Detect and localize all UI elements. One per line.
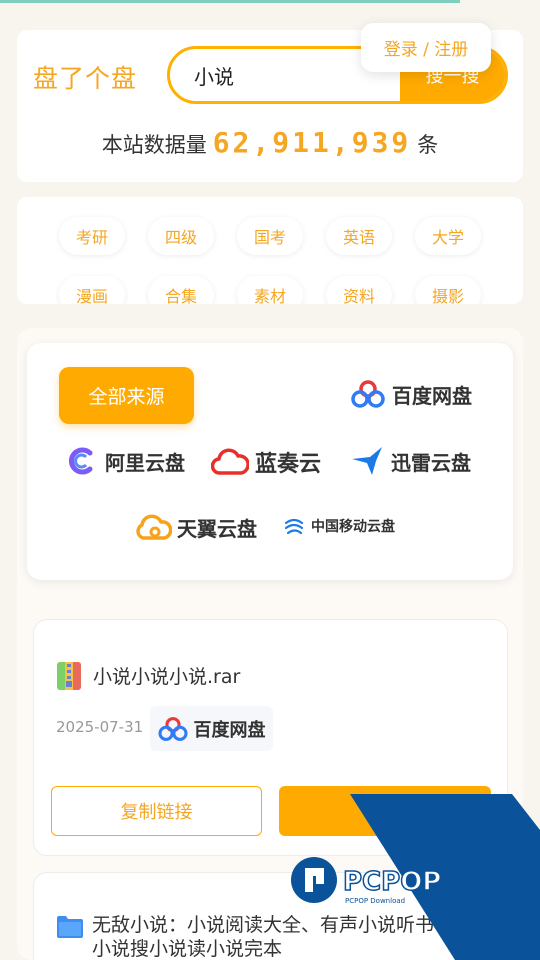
tag-chip[interactable]: 合集 (148, 276, 214, 304)
source-baidu[interactable]: 百度网盘 (351, 379, 472, 409)
copy-link-button[interactable]: 复制链接 (51, 786, 262, 836)
source-label: 迅雷云盘 (391, 450, 471, 475)
all-sources-button[interactable]: 全部来源 (59, 367, 194, 424)
baidu-pan-icon (351, 380, 385, 408)
tag-chip[interactable]: 国考 (237, 217, 303, 255)
tag-chip[interactable]: 考研 (59, 217, 125, 255)
result-card[interactable]: 小说小说小说.rar 2025-07-31 百度网盘 复制链接 立即 (33, 619, 508, 856)
result-card[interactable]: 无敌小说：小说阅读大全、有声小说听书、听小说搜小说读小说完本 (33, 872, 508, 960)
site-logo-text[interactable]: 盘了个盘 (33, 59, 137, 95)
login-register-button[interactable]: 登录 / 注册 (361, 23, 491, 72)
source-china-mobile[interactable]: 中国移动云盘 (283, 515, 395, 537)
result-source-label: 百度网盘 (193, 719, 266, 741)
source-label: 蓝奏云 (255, 452, 322, 477)
tag-chip[interactable]: 素材 (237, 276, 303, 304)
result-date: 2025-07-31 (56, 718, 144, 736)
folder-icon (57, 916, 83, 938)
result-title[interactable]: 小说小说小说.rar (93, 662, 240, 689)
top-accent-line (0, 0, 460, 3)
source-xunlei[interactable]: 迅雷云盘 (350, 445, 471, 477)
tag-chip[interactable]: 漫画 (59, 276, 125, 304)
stats-suffix: 条 (417, 133, 439, 157)
tag-chip[interactable]: 英语 (326, 217, 392, 255)
archive-file-icon (57, 662, 81, 690)
source-lanzou[interactable]: 蓝奏云 (211, 446, 321, 478)
open-now-button[interactable]: 立即 (279, 786, 491, 836)
aliyun-pan-icon (69, 447, 93, 475)
baidu-pan-icon (157, 716, 188, 741)
lanzou-cloud-icon (211, 448, 249, 475)
hot-tags-card: 考研 四级 国考 英语 大学 漫画 合集 素材 资料 摄影 (17, 197, 523, 304)
source-filter-card: 全部来源 百度网盘 阿里云盘 蓝奏云 迅雷云盘 天翼云盘 中国移动云盘 (27, 343, 513, 580)
tag-chip[interactable]: 摄影 (415, 276, 481, 304)
tianyi-cloud-icon (136, 514, 172, 540)
result-source-badge: 百度网盘 (150, 706, 273, 751)
tag-chip[interactable]: 大学 (415, 217, 481, 255)
china-mobile-cloud-icon (284, 518, 304, 535)
source-label: 阿里云盘 (105, 450, 185, 475)
tag-chip[interactable]: 四级 (148, 217, 214, 255)
tag-chip[interactable]: 资料 (326, 276, 392, 304)
stats-count: 62,911,939 (212, 126, 412, 159)
source-aliyun[interactable]: 阿里云盘 (66, 445, 185, 477)
data-count-line: 本站数据量 62,911,939 条 (17, 126, 523, 159)
stats-prefix: 本站数据量 (101, 133, 207, 157)
source-label: 百度网盘 (392, 383, 472, 408)
source-tianyi[interactable]: 天翼云盘 (134, 513, 257, 542)
source-label: 天翼云盘 (177, 517, 257, 541)
xunlei-bird-icon (352, 447, 382, 475)
source-label: 中国移动云盘 (311, 519, 395, 535)
result-title[interactable]: 无敌小说：小说阅读大全、有声小说听书、听小说搜小说读小说完本 (92, 913, 472, 960)
